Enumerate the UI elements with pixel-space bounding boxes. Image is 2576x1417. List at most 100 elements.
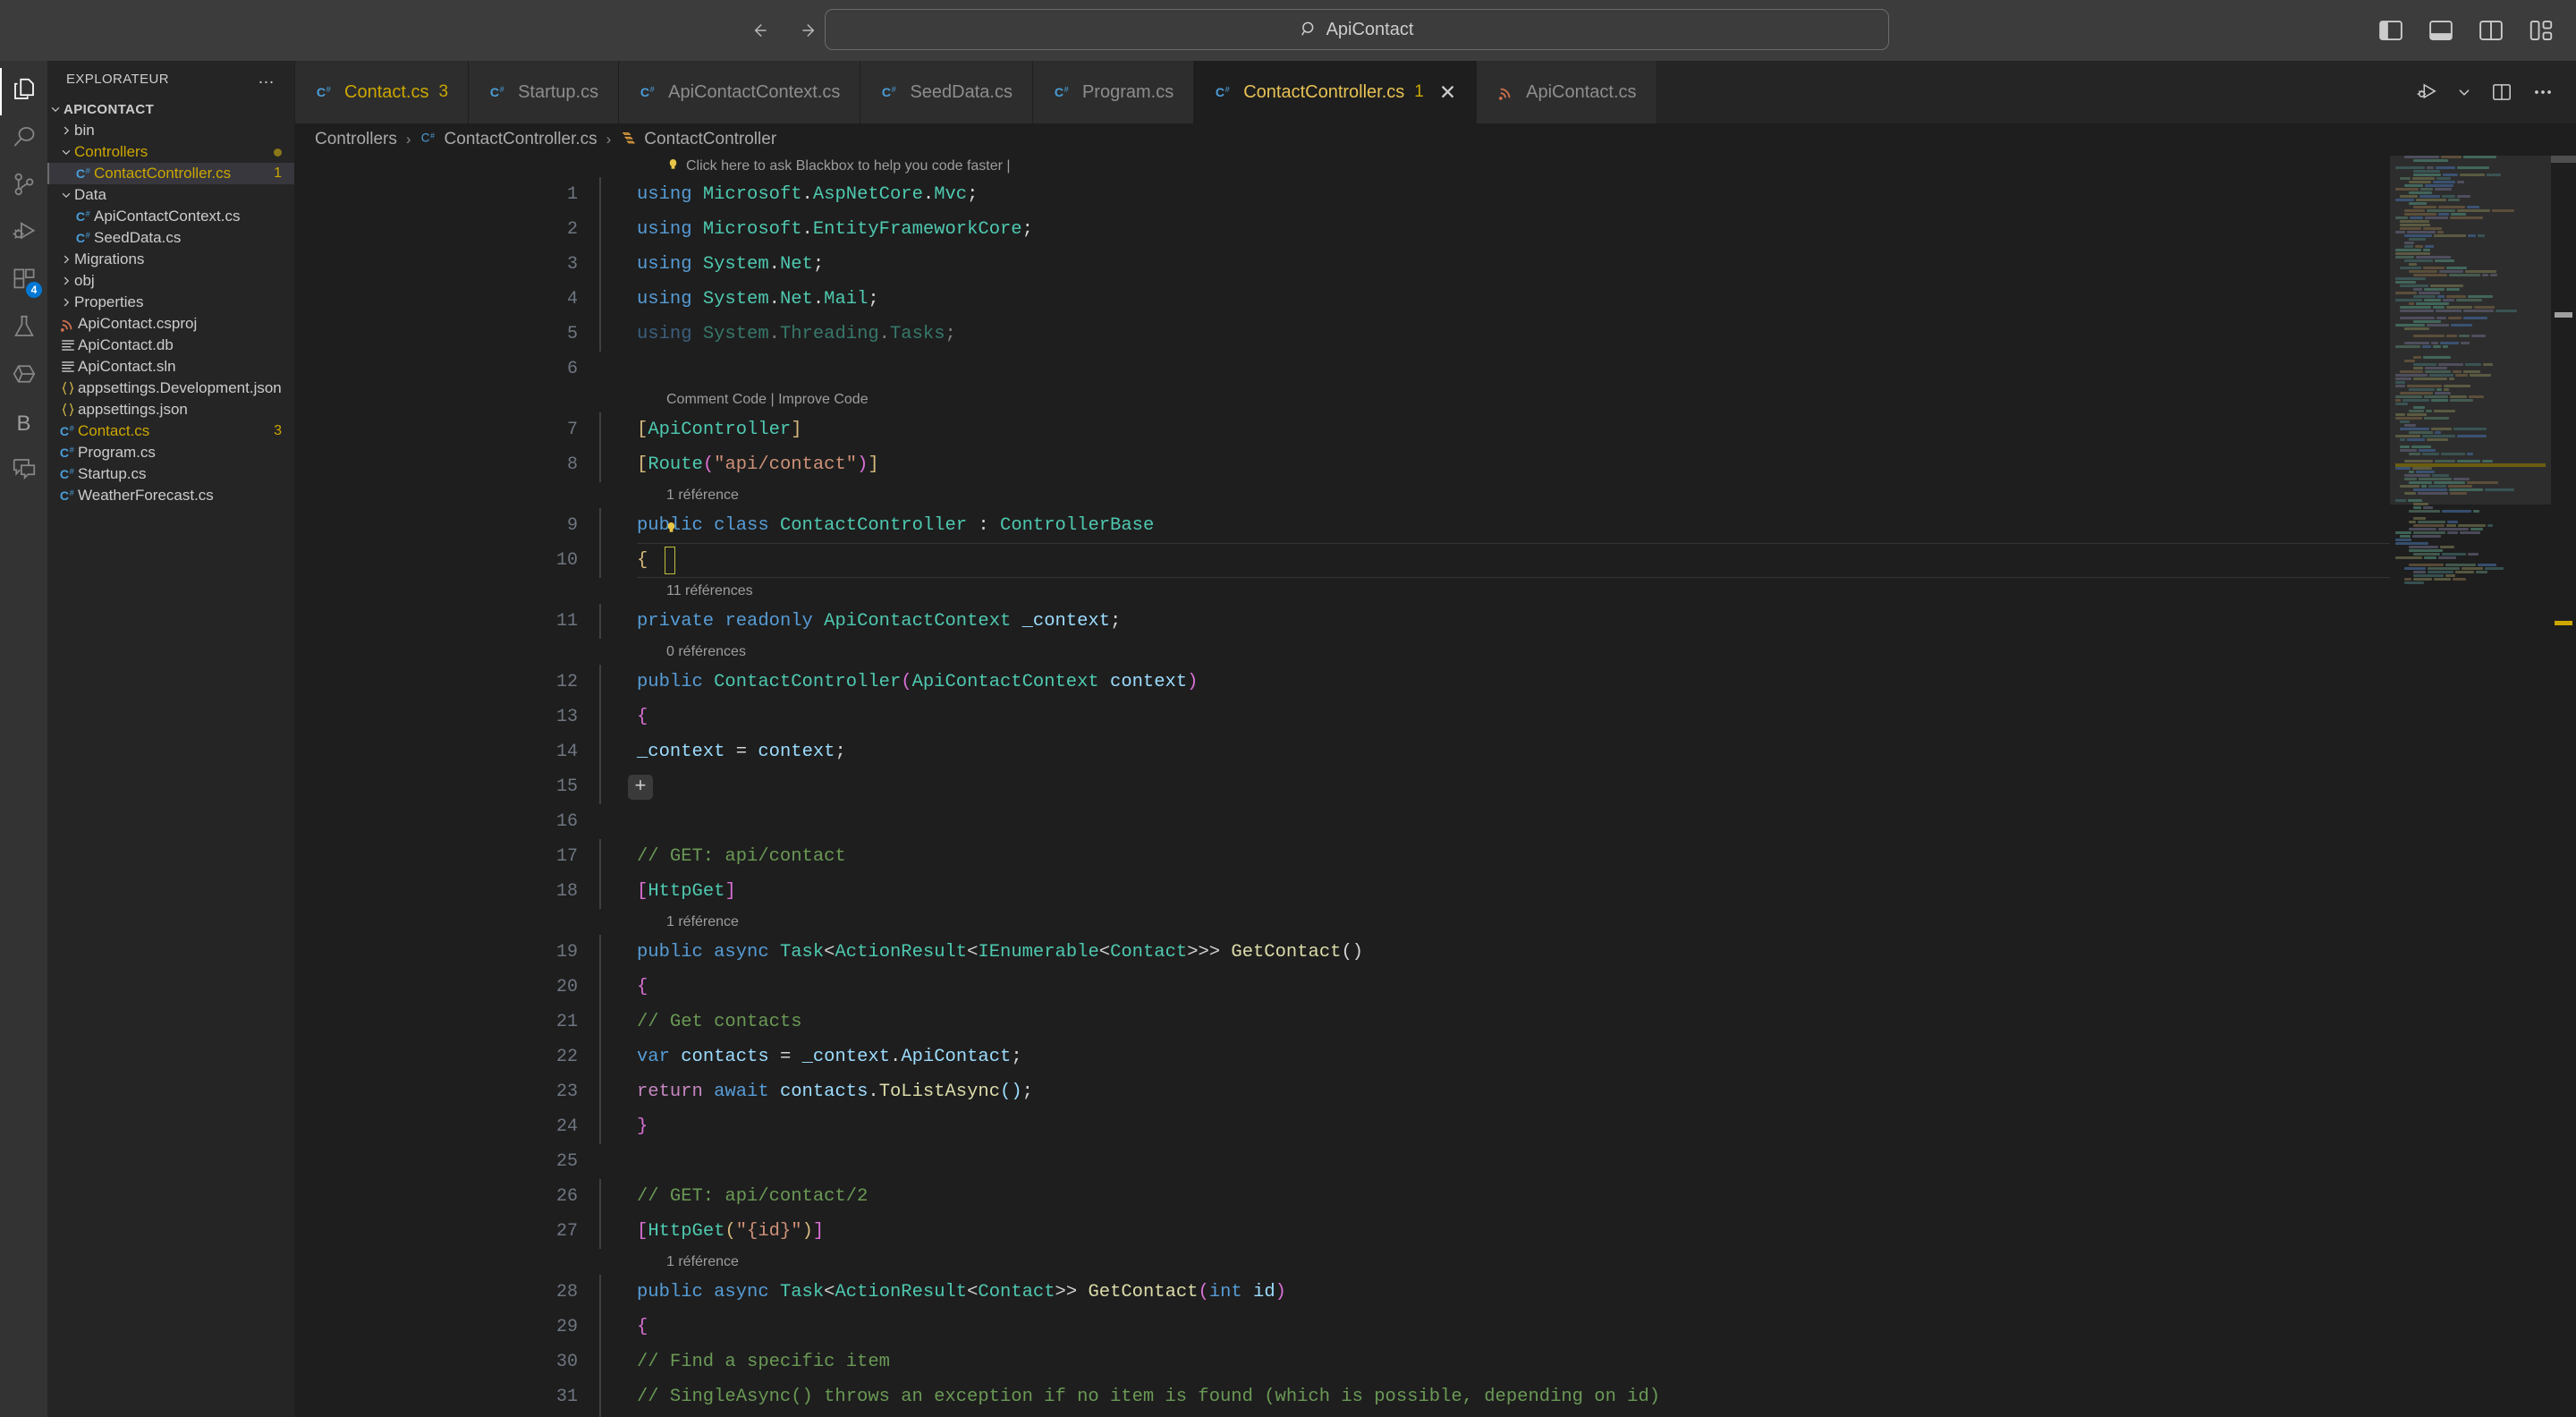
code-lens[interactable]: 1 référence [295, 909, 2576, 935]
tree-item-properties[interactable]: Properties [47, 292, 294, 313]
minimap-line [2390, 578, 2551, 581]
code-text: public class ContactController : Control… [637, 515, 1155, 536]
editor-tab-seeddata-cs[interactable]: C # SeedData.cs [860, 61, 1033, 123]
go-back-button[interactable] [744, 15, 775, 46]
activity-bar-item-chat[interactable] [0, 447, 47, 495]
breadcrumb-label: ContactController [644, 130, 777, 148]
tree-item-apicontact-csproj[interactable]: ApiContact.csproj [47, 313, 294, 335]
activity-bar-item-testing[interactable] [0, 305, 47, 352]
tree-item-label: appsettings.json [78, 401, 188, 418]
activity-bar-item-source-control[interactable] [0, 163, 47, 210]
chevron-right-icon[interactable] [58, 275, 74, 287]
indent-guide [599, 352, 601, 386]
editor-tab-apicontactcontext-cs[interactable]: C # ApiContactContext.cs [619, 61, 861, 123]
minimap-line [2390, 517, 2551, 520]
tree-item-apicontact-sln[interactable]: ApiContact.sln [47, 356, 294, 378]
comment-discussion-icon [11, 455, 38, 487]
tree-item-seeddata-cs[interactable]: C # SeedData.cs [47, 227, 294, 249]
tree-item-contactcontroller-cs[interactable]: C # ContactController.cs 1 [47, 163, 294, 184]
editor-tab-label: ApiContact.cs [1526, 81, 1637, 102]
csharp-icon: C # [58, 465, 78, 483]
editor-tab-program-cs[interactable]: C # Program.cs [1032, 61, 1195, 123]
csproj-icon [1496, 84, 1516, 100]
code-text: _context = context; [637, 742, 846, 762]
svg-text:C: C [60, 489, 69, 504]
chevron-right-icon[interactable] [58, 124, 74, 137]
split-editor-right-button[interactable] [2490, 81, 2513, 104]
code-lens[interactable]: 11 références [295, 578, 2576, 604]
tree-item-obj[interactable]: obj [47, 270, 294, 292]
breadcrumb-item-file[interactable]: C # ContactController.cs [420, 129, 597, 151]
tree-item-migrations[interactable]: Migrations [47, 249, 294, 270]
code-line: 8 [Route("api/contact")] [295, 447, 2576, 482]
code-lens[interactable]: 1 référence [295, 482, 2576, 508]
blackbox-hint[interactable]: Click here to ask Blackbox to help you c… [295, 156, 2576, 177]
minimap-line [2390, 528, 2551, 530]
toggle-panel-button[interactable] [2428, 17, 2454, 44]
tree-item-weatherforecast-cs[interactable]: C # WeatherForecast.cs [47, 485, 294, 506]
sidebar-title: EXPLORATEUR [66, 71, 169, 87]
inline-add-button[interactable]: + [628, 775, 653, 800]
tree-root-apicontact[interactable]: APICONTACT [47, 98, 294, 120]
tree-item-data[interactable]: Data [47, 184, 294, 206]
chevron-right-icon[interactable] [58, 253, 74, 266]
close-icon[interactable]: ✕ [1439, 81, 1456, 103]
tree-item-controllers[interactable]: Controllers [47, 141, 294, 163]
lightbulb-icon [666, 157, 680, 177]
code-text: // GET: api/contact/2 [637, 1186, 869, 1207]
editor-tab-label: Contact.cs [344, 81, 429, 102]
breadcrumb-item-symbol[interactable]: ContactController [620, 129, 776, 151]
debug-icon [11, 218, 38, 250]
run-or-debug-button[interactable] [2415, 81, 2438, 104]
chevron-right-icon[interactable] [58, 296, 74, 309]
activity-bar-item-run-and-debug[interactable] [0, 210, 47, 258]
code-line: 19 public async Task<ActionResult<IEnumer… [295, 935, 2576, 970]
tree-item-appsettings-development-json[interactable]: appsettings.Development.json [47, 378, 294, 399]
minimap-line [2390, 556, 2551, 559]
tree-item-contact-cs[interactable]: C # Contact.cs 3 [47, 420, 294, 442]
editor-tab-label: ContactController.cs [1243, 81, 1405, 102]
tree-item-appsettings-json[interactable]: appsettings.json [47, 399, 294, 420]
activity-bar-item-nuget-package-manager[interactable] [0, 352, 47, 400]
code-editor[interactable]: Click here to ask Blackbox to help you c… [295, 156, 2576, 1417]
chevron-down-icon[interactable] [2456, 84, 2472, 100]
tree-item-apicontactcontext-cs[interactable]: C # ApiContactContext.cs [47, 206, 294, 227]
chevron-down-icon[interactable] [58, 146, 74, 158]
tree-item-apicontact-db[interactable]: ApiContact.db [47, 335, 294, 356]
activity-bar-item-extensions[interactable]: 4 [0, 258, 47, 305]
tree-item-label: Startup.cs [78, 465, 147, 482]
editor-scrollbar-thumb[interactable] [2551, 156, 2576, 163]
editor-tab-contactcontroller-cs[interactable]: C # ContactController.cs 1 ✕ [1194, 61, 1478, 123]
activity-bar-item-blackbox[interactable]: B [0, 400, 47, 447]
activity-bar-item-search[interactable] [0, 115, 47, 163]
minimap-line [2390, 542, 2551, 545]
code-lens[interactable]: 0 références [295, 639, 2576, 665]
editor-tab-startup-cs[interactable]: C # Startup.cs [469, 61, 620, 123]
tree-item-bin[interactable]: bin [47, 120, 294, 141]
chevron-down-icon[interactable] [58, 189, 74, 201]
editor-tab-contact-cs[interactable]: C # Contact.cs 3 [295, 61, 470, 123]
toggle-secondary-sidebar-button[interactable] [2478, 17, 2504, 44]
tree-item-label: appsettings.Development.json [78, 379, 282, 396]
line-number: 7 [566, 420, 578, 440]
sidebar-more-actions-button[interactable]: … [258, 70, 276, 87]
tree-item-startup-cs[interactable]: C # Startup.cs [47, 463, 294, 485]
toggle-primary-sidebar-button[interactable] [2377, 17, 2404, 44]
code-line: 25 [295, 1144, 2576, 1179]
code-text: // GET: api/contact [637, 846, 846, 867]
overview-ruler[interactable] [2551, 156, 2576, 1417]
editor-tab-apicontact-cs[interactable]: ApiContact.cs [1477, 61, 1657, 123]
more-editor-actions-button[interactable] [2531, 81, 2555, 104]
activity-bar-item-explorer[interactable] [0, 68, 47, 115]
code-lens[interactable]: Comment Code | Improve Code [295, 386, 2576, 412]
tree-item-program-cs[interactable]: C # Program.cs [47, 442, 294, 463]
minimap-line [2390, 539, 2551, 541]
breadcrumb-item-controllers[interactable]: Controllers [315, 130, 397, 149]
editor-tab-problem-count: 1 [1414, 82, 1424, 101]
command-center-search[interactable]: ApiContact [825, 9, 1889, 50]
go-forward-button[interactable] [794, 15, 825, 46]
customize-layout-button[interactable] [2528, 17, 2555, 44]
lightbulb-icon[interactable] [665, 515, 678, 533]
minimap[interactable] [2390, 156, 2551, 1417]
code-lens[interactable]: 1 référence [295, 1249, 2576, 1275]
